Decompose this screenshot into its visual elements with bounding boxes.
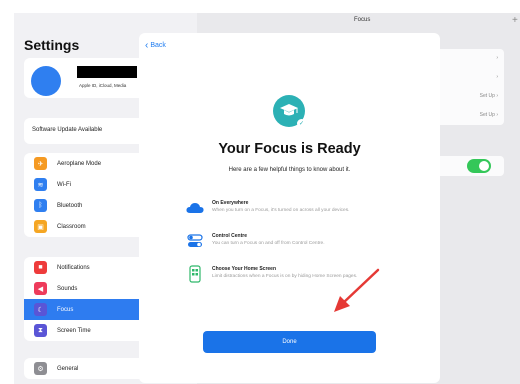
annotation-arrow-icon	[334, 268, 380, 312]
